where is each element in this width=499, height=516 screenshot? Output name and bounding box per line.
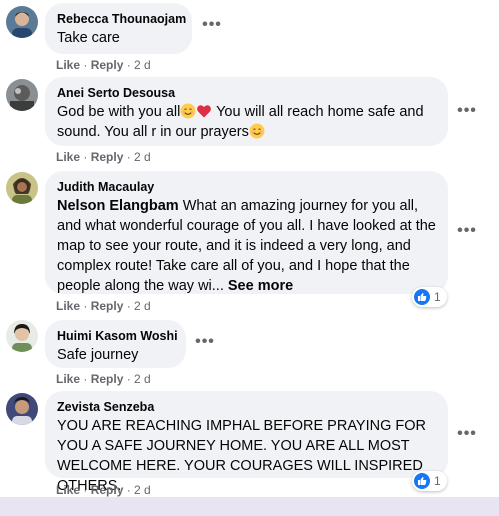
like-reaction-icon	[414, 289, 430, 305]
like-button[interactable]: Like	[56, 299, 80, 313]
comment-author[interactable]: Anei Serto Desousa	[57, 85, 436, 102]
red-heart-icon	[196, 103, 212, 119]
reply-button[interactable]: Reply	[91, 150, 124, 164]
comment-actions: Like · Reply · 2 d	[56, 299, 151, 313]
comment-bubble: Judith Macaulay Nelson Elangbam What an …	[45, 171, 448, 294]
comment-actions: Like · Reply · 2 d	[56, 150, 151, 164]
more-options-icon[interactable]: •••	[455, 222, 479, 246]
see-more-link[interactable]: See more	[228, 278, 293, 294]
more-options-icon[interactable]: •••	[200, 16, 224, 40]
bottom-bar	[0, 497, 499, 516]
comment-time[interactable]: 2 d	[134, 299, 151, 313]
reaction-count: 1	[434, 474, 441, 488]
reaction-badge[interactable]: 1	[412, 287, 447, 307]
comment-actions: Like · Reply · 2 d	[56, 58, 151, 72]
comment-bubble: Huimi Kasom Woshi Safe journey	[45, 320, 186, 368]
comment-bubble: Zevista Senzeba YOU ARE REACHING IMPHAL …	[45, 391, 448, 494]
comment-author[interactable]: Huimi Kasom Woshi	[57, 328, 178, 345]
like-button[interactable]: Like	[56, 372, 80, 386]
reply-button[interactable]: Reply	[91, 372, 124, 386]
comment-bubble: Rebecca Thounaojam Take care	[45, 3, 192, 54]
more-options-icon[interactable]: •••	[455, 102, 479, 126]
smiling-face-icon	[180, 103, 196, 119]
comment-author[interactable]: Zevista Senzeba	[57, 399, 436, 416]
mention-link[interactable]: Nelson Elangbam	[57, 198, 179, 214]
avatar[interactable]	[6, 79, 38, 111]
more-options-icon[interactable]: •••	[455, 425, 479, 449]
avatar[interactable]	[6, 172, 38, 204]
comment-time[interactable]: 2 d	[134, 150, 151, 164]
comment-bubble: Anei Serto Desousa God be with you all Y…	[45, 77, 448, 146]
reply-button[interactable]: Reply	[91, 483, 124, 497]
like-reaction-icon	[414, 473, 430, 489]
avatar[interactable]	[6, 320, 38, 352]
like-button[interactable]: Like	[56, 58, 80, 72]
comment-author[interactable]: Judith Macaulay	[57, 179, 436, 196]
comment-time[interactable]: 2 d	[134, 483, 151, 497]
like-button[interactable]: Like	[56, 150, 80, 164]
avatar[interactable]	[6, 393, 38, 425]
reaction-count: 1	[434, 290, 441, 304]
like-button[interactable]: Like	[56, 483, 80, 497]
reply-button[interactable]: Reply	[91, 58, 124, 72]
comment-text: Nelson Elangbam What an amazing journey …	[57, 198, 436, 294]
comment-actions: Like · Reply · 2 d	[56, 372, 151, 386]
comment-time[interactable]: 2 d	[134, 58, 151, 72]
reaction-badge[interactable]: 1	[412, 471, 447, 491]
reply-button[interactable]: Reply	[91, 299, 124, 313]
comment-actions: Like · Reply · 2 d	[56, 483, 151, 497]
avatar[interactable]	[6, 6, 38, 38]
comment-text: Safe journey	[57, 347, 139, 363]
smiling-face-icon	[249, 123, 265, 139]
more-options-icon[interactable]: •••	[193, 333, 217, 357]
comment-time[interactable]: 2 d	[134, 372, 151, 386]
comment-text: Take care	[57, 30, 120, 46]
comment-author[interactable]: Rebecca Thounaojam	[57, 11, 186, 28]
comment-text: God be with you all You will all reach h…	[57, 103, 424, 140]
